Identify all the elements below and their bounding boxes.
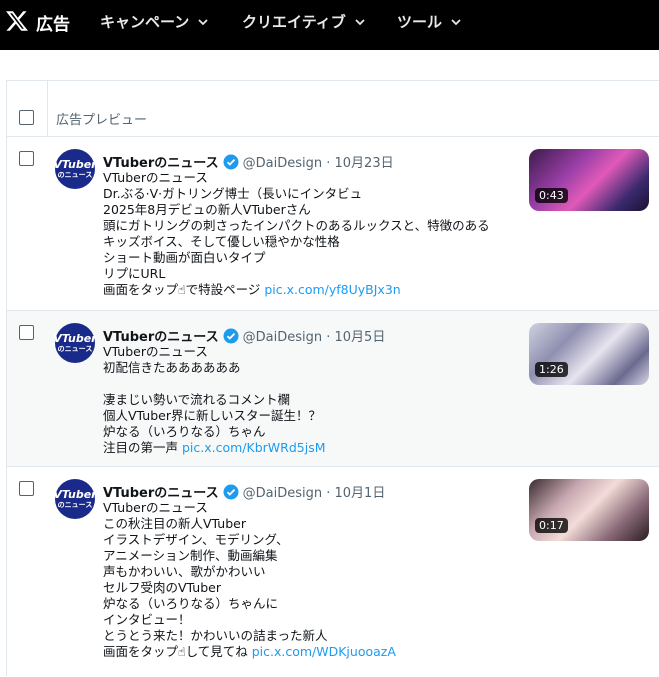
column-header-ad-preview: 広告プレビュー [56,113,148,128]
media-link[interactable]: pic.x.com/KbrWRd5jsM [182,440,326,455]
post-text: VTuberのニュース 初配信きたああああああ 凄まじい勢いで流れるコメント欄 … [103,344,326,455]
verified-badge-icon [223,154,239,169]
video-duration: 0:17 [535,518,568,533]
table-row[interactable]: VTuber のニュース VTuberのニュース @DaiDesign · 10… [7,467,659,677]
post-text: VTuberのニュース この秋注目の新人VTuber イラストデザイン、モデリン… [103,500,396,659]
row-checkbox[interactable] [19,481,34,496]
handle-and-date: @DaiDesign · 10月5日 [242,330,386,345]
table-row[interactable]: VTuber のニュース VTuberのニュース @DaiDesign · 10… [7,311,659,467]
video-duration: 0:43 [535,188,568,203]
table-header: 広告プレビュー [7,81,659,137]
nav-tools-menu[interactable]: ツール [397,11,462,32]
media-link[interactable]: pic.x.com/yf8UyBJx3n [264,282,400,297]
chevron-down-icon [355,18,365,25]
nav-creatives-menu[interactable]: クリエイティブ [242,11,366,32]
table-row[interactable]: VTuber のニュース VTuberのニュース @DaiDesign · 10… [7,137,659,311]
verified-badge-icon [223,484,239,499]
post-byline: VTuberのニュース @DaiDesign · 10月5日 [103,326,385,345]
nav-creatives-label: クリエイティブ [242,13,346,31]
select-all-checkbox[interactable] [19,110,34,125]
row-checkbox[interactable] [19,325,34,340]
avatar[interactable]: VTuber のニュース [53,479,97,519]
row-checkbox[interactable] [19,151,34,166]
avatar[interactable]: VTuber のニュース [53,323,97,363]
ad-preview-table: 広告プレビュー VTuber のニュース VTuberのニュース @DaiDes… [6,80,659,676]
avatar[interactable]: VTuber のニュース [53,149,97,189]
post-byline: VTuberのニュース @DaiDesign · 10月23日 [103,152,394,171]
x-logo-icon[interactable] [5,9,29,33]
column-divider [47,81,48,137]
account-name[interactable]: VTuberのニュース [103,152,219,171]
video-thumbnail[interactable]: 0:17 [529,479,649,541]
nav-tools-label: ツール [397,13,443,31]
brand-title[interactable]: 広告 [36,10,70,35]
post-byline: VTuberのニュース @DaiDesign · 10月1日 [103,482,385,501]
nav-campaigns-label: キャンペーン [100,13,190,31]
video-duration: 1:26 [535,362,568,377]
verified-badge-icon [223,328,239,343]
video-thumbnail[interactable]: 1:26 [529,323,649,385]
account-name[interactable]: VTuberのニュース [103,482,219,501]
account-name[interactable]: VTuberのニュース [103,326,219,345]
chevron-down-icon [451,18,461,25]
nav-campaigns-menu[interactable]: キャンペーン [100,11,209,32]
chevron-down-icon [198,18,208,25]
handle-and-date: @DaiDesign · 10月1日 [242,486,386,501]
post-text: VTuberのニュース Dr.ぶる·V·ガトリング博士（長いにインタビュ 202… [103,170,490,297]
video-thumbnail[interactable]: 0:43 [529,149,649,211]
top-navigation-bar: 広告 キャンペーン クリエイティブ ツール [0,0,659,50]
media-link[interactable]: pic.x.com/WDKjuooazA [252,644,396,659]
handle-and-date: @DaiDesign · 10月23日 [242,156,394,171]
